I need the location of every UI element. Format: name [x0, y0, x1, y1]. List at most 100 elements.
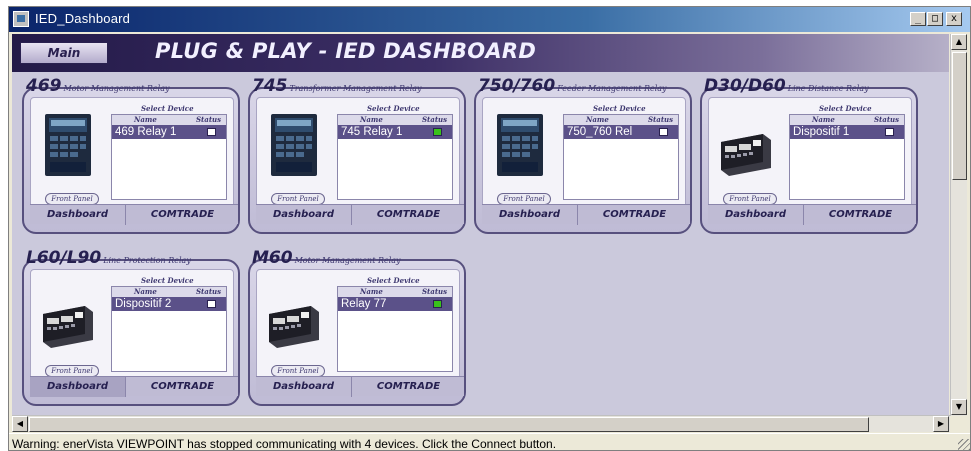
relay-type: Motor Management Relay [294, 256, 401, 265]
device-row[interactable]: Dispositif 1 [790, 125, 904, 139]
status-indicator-icon [433, 128, 442, 136]
device-card: Front Panel Select Device Name Status 74… [246, 76, 468, 234]
select-device-label: Select Device [367, 276, 420, 285]
device-table: Name Status Relay 77 [337, 286, 453, 372]
card-inner: Front Panel Select Device Name Status Di… [708, 97, 912, 215]
device-row[interactable]: 469 Relay 1 [112, 125, 226, 139]
device-table-header: Name Status [338, 287, 452, 297]
device-name: Dispositif 2 [115, 298, 172, 310]
horizontal-scrollbar[interactable]: ◀ ▶ [12, 415, 950, 432]
card-button-bar: Dashboard COMTRADE [708, 204, 916, 225]
dashboard-button[interactable]: Dashboard [708, 205, 804, 225]
scroll-left-icon[interactable]: ◀ [12, 416, 28, 432]
dashboard-button[interactable]: Dashboard [30, 377, 126, 397]
relay-type: Motor Management Relay [63, 84, 170, 93]
card-title: 750/760 Feeder Management Relay [478, 76, 667, 96]
card-inner: Front Panel Select Device Name Status Re… [256, 269, 460, 387]
device-table-header: Name Status [338, 115, 452, 125]
device-row[interactable]: Dispositif 2 [112, 297, 226, 311]
comtrade-button[interactable]: COMTRADE [127, 377, 238, 397]
dashboard-button[interactable]: Dashboard [256, 377, 352, 397]
scroll-down-icon[interactable]: ▼ [951, 399, 967, 415]
header-banner: Main PLUG & PLAY - IED DASHBOARD [12, 34, 949, 72]
device-card: Front Panel Select Device Name Status Di… [20, 248, 242, 406]
card-button-bar: Dashboard COMTRADE [256, 204, 464, 225]
vertical-scrollbar[interactable]: ▲ ▼ [950, 34, 967, 416]
minimize-button[interactable]: _ [910, 12, 926, 26]
status-column-header: Status [196, 287, 222, 296]
device-row[interactable]: 745 Relay 1 [338, 125, 452, 139]
name-column-header: Name [360, 115, 383, 124]
maximize-button[interactable]: □ [927, 12, 943, 26]
status-indicator-icon [659, 128, 668, 136]
device-table: Name Status 745 Relay 1 [337, 114, 453, 200]
device-card: Front Panel Select Device Name Status Re… [246, 248, 468, 406]
card-inner: Front Panel Select Device Name Status 46… [30, 97, 234, 215]
relay-code: D30/D60 [704, 76, 786, 96]
device-table-header: Name Status [564, 115, 678, 125]
status-indicator-icon [433, 300, 442, 308]
status-indicator-icon [207, 300, 216, 308]
status-column-header: Status [196, 115, 222, 124]
comtrade-button[interactable]: COMTRADE [127, 205, 238, 225]
status-message: Warning: enerVista VIEWPOINT has stopped… [12, 437, 557, 451]
dashboard-content: Main PLUG & PLAY - IED DASHBOARD Front P… [12, 34, 949, 415]
scroll-right-icon[interactable]: ▶ [933, 416, 949, 432]
comtrade-button[interactable]: COMTRADE [579, 205, 690, 225]
relay-type: Transformer Management Relay [289, 84, 422, 93]
relay-device-icon [41, 284, 95, 350]
device-row[interactable]: 750_760 Rel [564, 125, 678, 139]
relay-device-icon [719, 112, 773, 178]
device-row[interactable]: Relay 77 [338, 297, 452, 311]
comtrade-button[interactable]: COMTRADE [353, 205, 464, 225]
card-title: D30/D60 Line Distance Relay [704, 76, 869, 96]
dashboard-button[interactable]: Dashboard [30, 205, 126, 225]
vertical-scroll-thumb[interactable] [952, 52, 967, 180]
relay-device-icon [41, 112, 95, 178]
relay-code: 750/760 [478, 76, 556, 96]
status-column-header: Status [422, 115, 448, 124]
device-name: 745 Relay 1 [341, 126, 403, 138]
page-title: PLUG & PLAY - IED DASHBOARD [155, 39, 537, 63]
dashboard-button[interactable]: Dashboard [256, 205, 352, 225]
device-table-header: Name Status [112, 287, 226, 297]
device-name: 750_760 Rel [567, 126, 633, 138]
scroll-up-icon[interactable]: ▲ [951, 34, 967, 50]
card-inner: Front Panel Select Device Name Status 74… [256, 97, 460, 215]
card-frame: Front Panel Select Device Name Status Di… [700, 87, 918, 234]
select-device-label: Select Device [141, 276, 194, 285]
device-name: Dispositif 1 [793, 126, 850, 138]
card-frame: Front Panel Select Device Name Status Re… [248, 259, 466, 406]
relay-type: Line Protection Relay [103, 256, 191, 265]
card-frame: Front Panel Select Device Name Status 46… [22, 87, 240, 234]
card-title: M60 Motor Management Relay [252, 248, 401, 268]
device-name: Relay 77 [341, 298, 387, 310]
device-table-header: Name Status [112, 115, 226, 125]
name-column-header: Name [134, 287, 157, 296]
status-bar: Warning: enerVista VIEWPOINT has stopped… [9, 433, 970, 451]
resize-grip-icon[interactable] [958, 439, 970, 450]
window-title: IED_Dashboard [35, 11, 131, 26]
name-column-header: Name [360, 287, 383, 296]
relay-code: L60/L90 [26, 248, 102, 268]
card-frame: Front Panel Select Device Name Status 74… [248, 87, 466, 234]
app-icon [13, 11, 29, 27]
main-button[interactable]: Main [20, 42, 108, 64]
device-card: Front Panel Select Device Name Status 46… [20, 76, 242, 234]
card-inner: Front Panel Select Device Name Status 75… [482, 97, 686, 215]
title-bar: IED_Dashboard _ □ x [9, 7, 970, 32]
card-button-bar: Dashboard COMTRADE [256, 376, 464, 397]
horizontal-scroll-thumb[interactable] [29, 417, 869, 432]
card-button-bar: Dashboard COMTRADE [30, 376, 238, 397]
card-title: 469 Motor Management Relay [26, 76, 169, 96]
close-button[interactable]: x [946, 12, 962, 26]
select-device-label: Select Device [141, 104, 194, 113]
card-title: L60/L90 Line Protection Relay [26, 248, 191, 268]
status-indicator-icon [885, 128, 894, 136]
ied-dashboard-window: IED_Dashboard _ □ x Main PLUG & PLAY - I… [8, 6, 971, 451]
comtrade-button[interactable]: COMTRADE [353, 377, 464, 397]
card-title: 745 Transformer Management Relay [252, 76, 422, 96]
relay-device-icon [267, 284, 321, 350]
dashboard-button[interactable]: Dashboard [482, 205, 578, 225]
comtrade-button[interactable]: COMTRADE [805, 205, 916, 225]
